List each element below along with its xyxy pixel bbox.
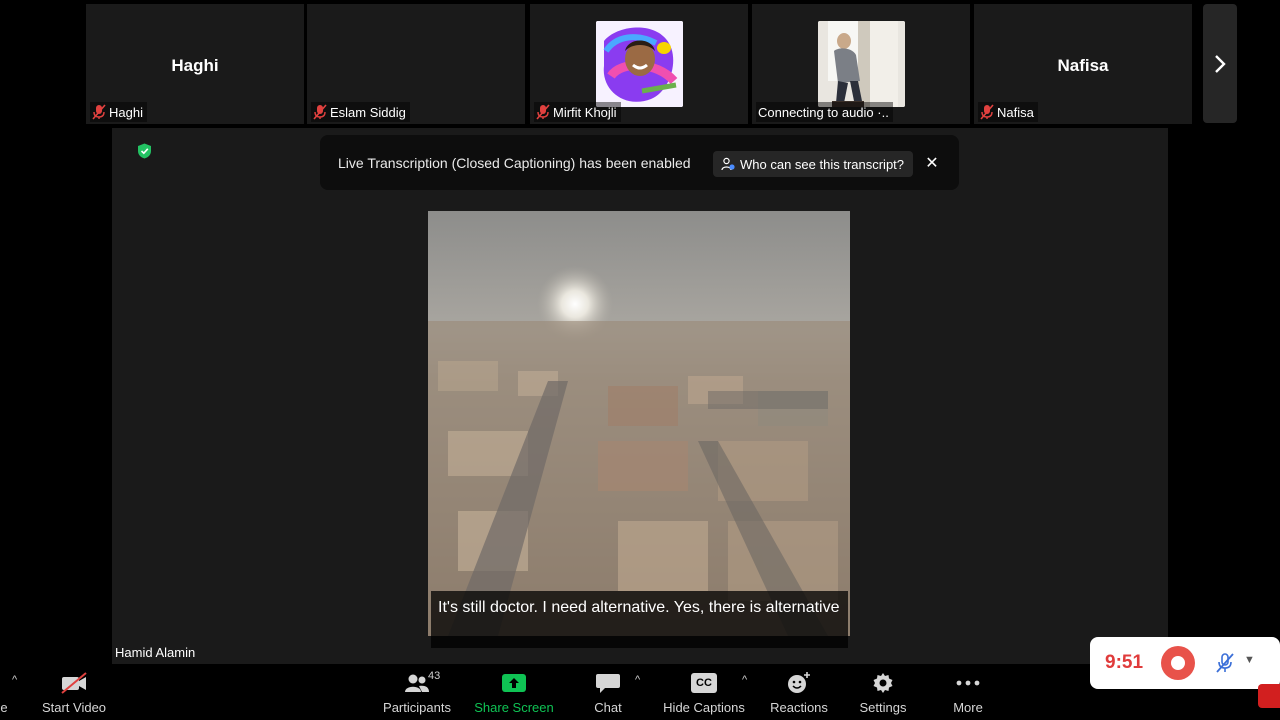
participant-label: Mirfit Khojli xyxy=(534,102,621,122)
recording-options-dropdown[interactable]: ▼ xyxy=(1244,654,1255,666)
participant-label: Connecting to audio ·.. xyxy=(756,102,893,122)
participant-name: Mirfit Khojli xyxy=(553,104,617,120)
captions-options-caret[interactable]: ^ xyxy=(742,674,747,686)
chat-icon xyxy=(596,674,620,693)
chevron-right-icon xyxy=(1215,54,1226,73)
more-button[interactable]: More xyxy=(946,664,990,720)
participant-tile-connecting[interactable]: Connecting to audio ·.. xyxy=(752,4,970,124)
chat-button[interactable]: Chat xyxy=(588,664,628,720)
participant-tile-haghi[interactable]: Haghi Haghi xyxy=(86,4,304,124)
mic-off-icon xyxy=(980,104,994,120)
participant-label: Eslam Siddig xyxy=(311,102,410,122)
mic-off-icon[interactable] xyxy=(1212,650,1238,676)
audio-control-partial[interactable]: e xyxy=(0,664,8,720)
edge-tab[interactable] xyxy=(1258,684,1280,708)
audio-options-caret[interactable]: ^ xyxy=(12,674,17,686)
share-screen-icon xyxy=(502,674,526,692)
start-video-button[interactable]: Start Video xyxy=(36,664,112,720)
gear-icon xyxy=(873,673,893,693)
participant-strip: Haghi Haghi Eslam Siddig Mirfit Khojli C… xyxy=(0,0,1280,128)
chat-options-caret[interactable]: ^ xyxy=(635,674,640,686)
video-off-icon xyxy=(61,672,87,694)
next-page-button[interactable] xyxy=(1203,4,1237,123)
reactions-button[interactable]: Reactions xyxy=(768,664,830,720)
participants-icon xyxy=(405,674,429,692)
mic-off-icon xyxy=(313,104,327,120)
meeting-toolbar xyxy=(0,664,1280,720)
avatar xyxy=(818,21,905,107)
who-can-see-label: Who can see this transcript? xyxy=(740,156,905,172)
shared-video xyxy=(428,211,850,636)
stop-recording-button[interactable] xyxy=(1161,646,1195,680)
reactions-icon xyxy=(788,672,810,693)
participant-name: Connecting to audio ·.. xyxy=(758,104,889,120)
participant-name: Nafisa xyxy=(997,104,1034,120)
participant-label: Haghi xyxy=(90,102,147,122)
participant-name: Eslam Siddig xyxy=(330,104,406,120)
avatar xyxy=(596,21,683,107)
participant-tile-nafisa[interactable]: Nafisa Nafisa xyxy=(974,4,1192,124)
record-icon xyxy=(1171,656,1185,670)
more-dots-icon xyxy=(956,680,980,686)
settings-button[interactable]: Settings xyxy=(856,664,910,720)
participant-name: Haghi xyxy=(109,104,143,120)
participant-display-name: Haghi xyxy=(171,56,219,75)
participants-count: 43 xyxy=(428,670,441,682)
recording-timer: 9:51 xyxy=(1105,652,1144,673)
share-screen-button[interactable]: Share Screen xyxy=(472,664,556,720)
mic-off-icon xyxy=(92,104,106,120)
live-caption: It's still doctor. I need alternative. Y… xyxy=(431,591,848,648)
participant-display-name: Nafisa xyxy=(1057,56,1109,75)
participant-label: Nafisa xyxy=(978,102,1038,122)
who-can-see-button[interactable]: Who can see this transcript? xyxy=(713,151,913,177)
hide-captions-button[interactable]: CC Hide Captions xyxy=(660,664,748,720)
participants-button[interactable]: Participants xyxy=(378,664,456,720)
mic-off-icon xyxy=(536,104,550,120)
participant-tile-mirfit[interactable]: Mirfit Khojli xyxy=(530,4,748,124)
person-info-icon xyxy=(721,157,735,171)
participant-tile-eslam[interactable]: Eslam Siddig xyxy=(307,4,525,124)
shield-check-icon[interactable] xyxy=(137,143,152,159)
close-banner-button[interactable]: ✕ xyxy=(922,151,942,175)
closed-captions-icon: CC xyxy=(691,673,717,693)
banner-text: Live Transcription (Closed Captioning) h… xyxy=(338,154,691,171)
active-speaker-name: Hamid Alamin xyxy=(115,645,196,660)
